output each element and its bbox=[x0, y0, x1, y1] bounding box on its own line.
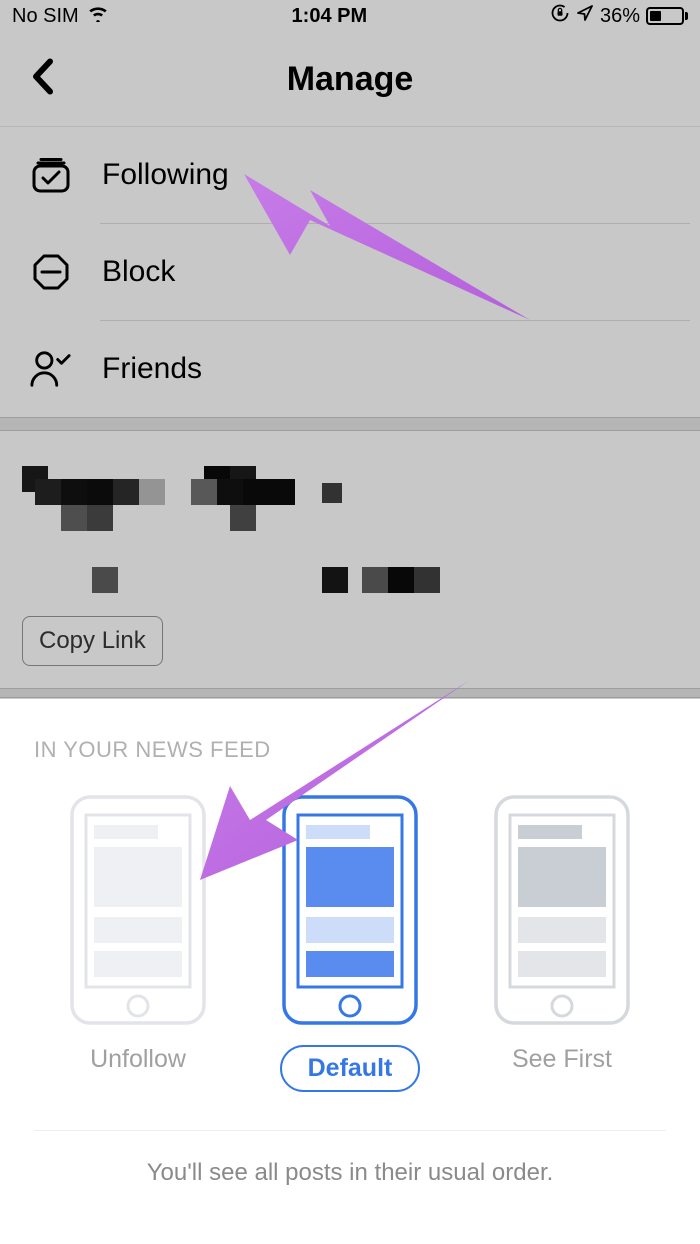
option-unfollow[interactable]: Unfollow bbox=[68, 793, 208, 1074]
friends-icon bbox=[30, 349, 72, 389]
section-divider bbox=[0, 688, 700, 698]
menu-item-block[interactable]: Block bbox=[0, 224, 700, 320]
menu-label: Following bbox=[102, 158, 229, 192]
option-see-first[interactable]: See First bbox=[492, 793, 632, 1074]
sheet-heading: IN YOUR NEWS FEED bbox=[34, 737, 666, 763]
option-label: Unfollow bbox=[90, 1045, 186, 1074]
menu-label: Block bbox=[102, 255, 175, 289]
link-section: Copy Link bbox=[0, 431, 700, 688]
menu-item-following[interactable]: Following bbox=[0, 127, 700, 223]
clock-label: 1:04 PM bbox=[292, 5, 368, 28]
feed-options: Unfollow Default bbox=[34, 793, 666, 1092]
status-bar: No SIM 1:04 PM 36% bbox=[0, 0, 700, 32]
location-arrow-icon bbox=[576, 4, 594, 28]
page-title: Manage bbox=[0, 60, 700, 99]
phone-illustration-unfollow bbox=[68, 793, 208, 1027]
page-header: Manage bbox=[0, 32, 700, 127]
menu-label: Friends bbox=[102, 352, 202, 386]
option-label: See First bbox=[512, 1045, 612, 1074]
back-button[interactable] bbox=[30, 58, 54, 101]
copy-link-button[interactable]: Copy Link bbox=[22, 616, 163, 666]
menu-list: Following Block Friends bbox=[0, 127, 700, 417]
battery-icon bbox=[646, 7, 688, 25]
wifi-icon bbox=[87, 4, 109, 28]
redacted-content bbox=[22, 453, 678, 598]
option-default[interactable]: Default bbox=[280, 793, 421, 1092]
news-feed-sheet: IN YOUR NEWS FEED Unfollow bbox=[0, 699, 700, 1244]
carrier-label: No SIM bbox=[12, 5, 79, 28]
phone-illustration-default bbox=[280, 793, 420, 1027]
menu-item-friends[interactable]: Friends bbox=[0, 321, 700, 417]
following-icon bbox=[30, 155, 72, 195]
battery-pct-label: 36% bbox=[600, 5, 640, 28]
block-icon bbox=[30, 252, 72, 292]
section-divider bbox=[0, 417, 700, 431]
option-label-selected: Default bbox=[280, 1045, 421, 1092]
rotation-lock-icon bbox=[550, 3, 570, 29]
phone-illustration-see-first bbox=[492, 793, 632, 1027]
sheet-description: You'll see all posts in their usual orde… bbox=[34, 1131, 666, 1187]
